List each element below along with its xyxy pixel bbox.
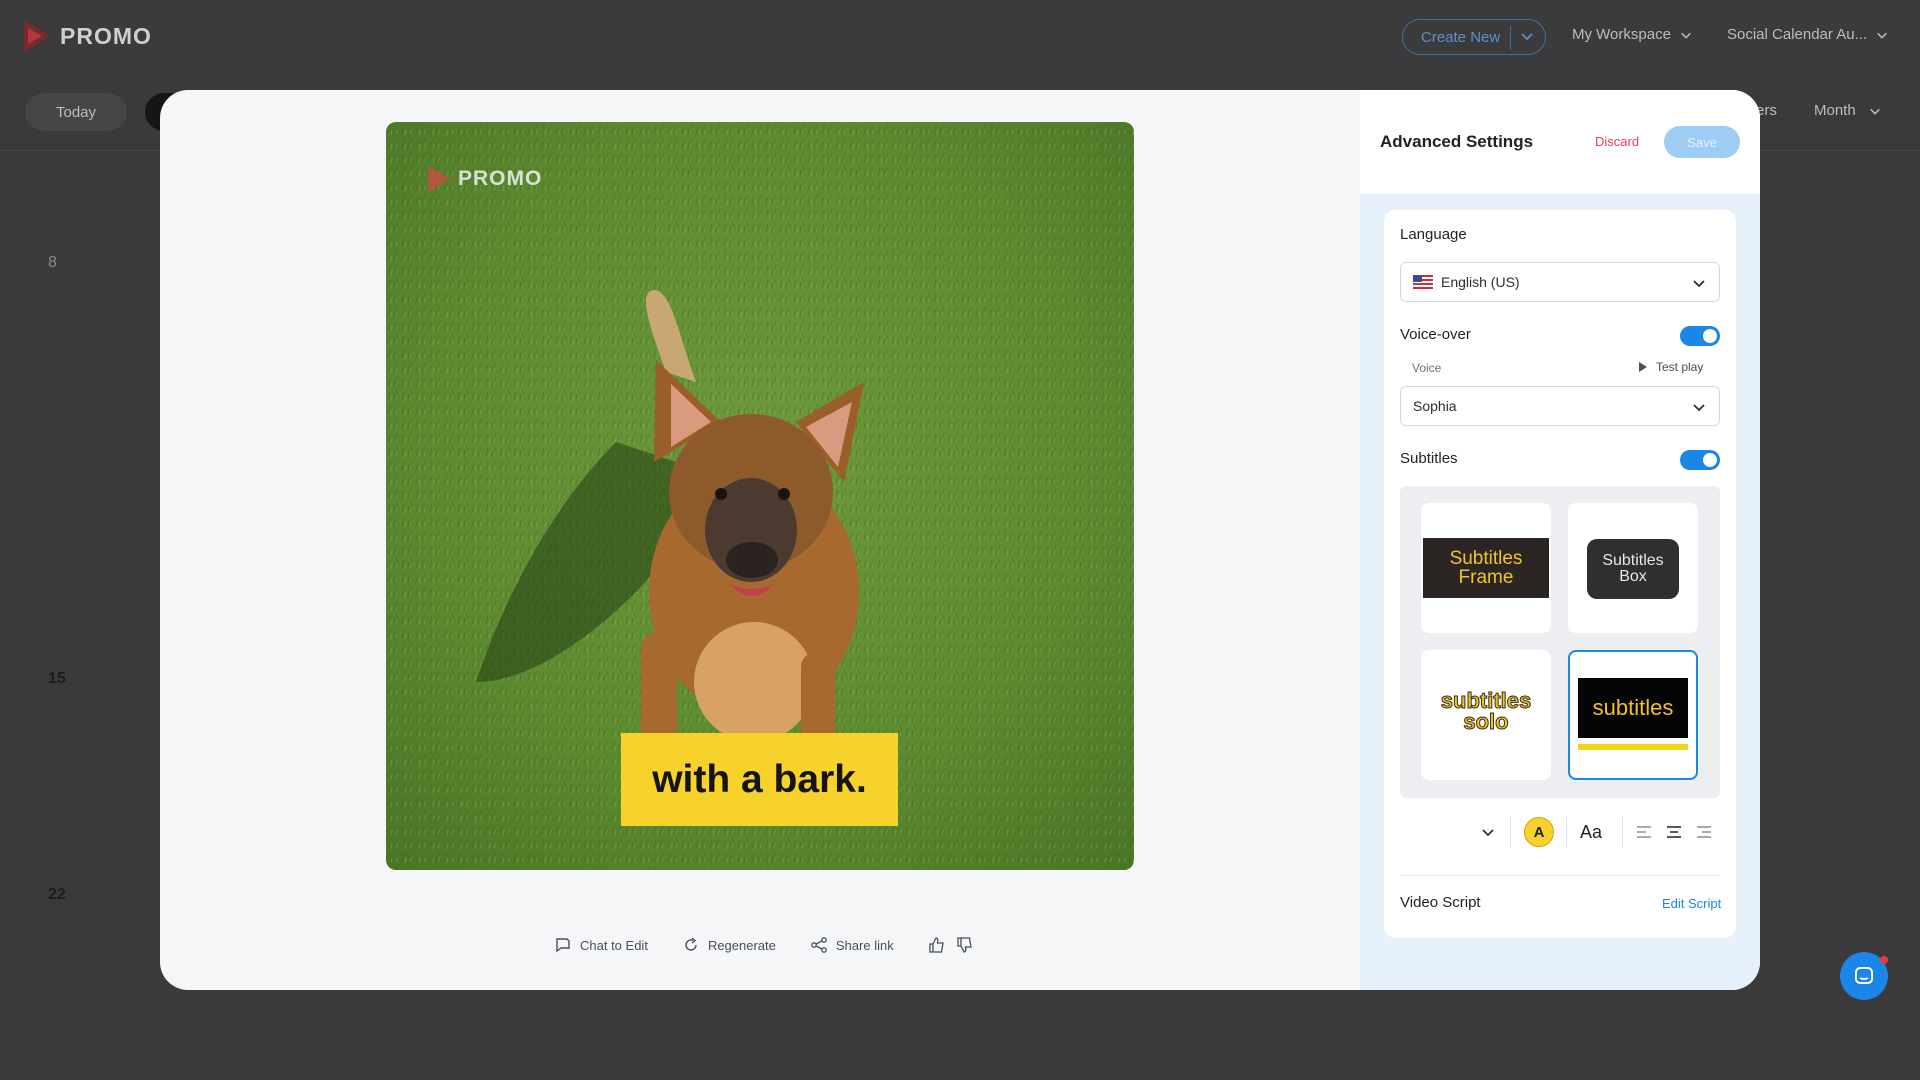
frame-line2: Frame bbox=[1458, 567, 1514, 588]
create-new-label: Create New bbox=[1421, 28, 1501, 46]
create-new-button[interactable]: Create New bbox=[1402, 19, 1546, 55]
promo-watermark: PROMO bbox=[426, 164, 542, 194]
divider bbox=[1510, 816, 1511, 848]
regenerate-label: Regenerate bbox=[707, 937, 776, 953]
workspace-selector[interactable]: My Workspace bbox=[1572, 26, 1693, 43]
divider bbox=[1510, 26, 1511, 50]
regenerate-button[interactable]: Regenerate bbox=[682, 936, 776, 954]
save-button[interactable]: Save bbox=[1664, 126, 1740, 158]
share-link-button[interactable]: Share link bbox=[810, 936, 894, 954]
edit-script-link[interactable]: Edit Script bbox=[1662, 896, 1721, 911]
panel-title: Advanced Settings bbox=[1380, 132, 1534, 151]
solo-line2: solo bbox=[1463, 709, 1509, 734]
subtitle-style-grid: Subtitles Frame Subtitles Box subtitles … bbox=[1400, 486, 1720, 798]
brand-name: PROMO bbox=[60, 22, 152, 49]
language-label: Language bbox=[1400, 226, 1467, 243]
subtitles-label: Subtitles bbox=[1400, 450, 1458, 467]
panel-header: Advanced Settings Discard Save bbox=[1360, 90, 1760, 194]
discard-button[interactable]: Discard bbox=[1595, 134, 1639, 149]
regenerate-icon bbox=[685, 937, 697, 951]
chevron-down-icon bbox=[1693, 404, 1705, 412]
frame-preview: Subtitles Frame bbox=[1423, 538, 1549, 598]
video-actions: Chat to Edit Regenerate Share link bbox=[554, 936, 974, 954]
month-selector[interactable]: Month bbox=[1814, 102, 1882, 119]
play-icon bbox=[1639, 362, 1647, 372]
section-divider bbox=[1400, 875, 1720, 876]
video-editor-modal: PROMO with a bark. Chat to Edit Regenera… bbox=[160, 90, 1760, 990]
voiceover-label: Voice-over bbox=[1400, 326, 1471, 343]
promo-logo-icon bbox=[428, 165, 450, 193]
promo-logo-icon bbox=[24, 20, 50, 52]
align-left-icon[interactable] bbox=[1636, 824, 1652, 840]
voice-value: Sophia bbox=[1413, 398, 1457, 414]
font-color-letter: A bbox=[1533, 823, 1545, 841]
share-link-label: Share link bbox=[835, 937, 894, 953]
chat-edit-icon bbox=[556, 938, 570, 953]
divider bbox=[1622, 816, 1623, 848]
align-right-icon[interactable] bbox=[1696, 824, 1712, 840]
chevron-down-icon[interactable] bbox=[1480, 824, 1496, 840]
calendar-day: 15 bbox=[48, 670, 66, 687]
frame-line1: Subtitles bbox=[1449, 548, 1523, 569]
calendar-day: 22 bbox=[48, 886, 66, 903]
notification-dot bbox=[1880, 956, 1888, 964]
calendar-selector[interactable]: Social Calendar Au... bbox=[1727, 26, 1889, 43]
chevron-down-icon bbox=[1877, 32, 1888, 39]
subtitle-style-solo[interactable]: subtitles solo bbox=[1421, 650, 1551, 780]
voice-label: Voice bbox=[1412, 361, 1442, 375]
thumbs-down-icon[interactable] bbox=[956, 936, 974, 954]
chat-to-edit-label: Chat to Edit bbox=[580, 937, 648, 953]
language-select[interactable]: English (US) bbox=[1400, 262, 1720, 302]
selected-style-preview: subtitles bbox=[1578, 678, 1688, 738]
settings-card: Language English (US) Voice-over Voice T… bbox=[1384, 210, 1736, 938]
chevron-down-icon bbox=[1693, 280, 1705, 288]
subtitles-toggle[interactable] bbox=[1680, 450, 1720, 470]
box-line1: Subtitles bbox=[1602, 552, 1664, 569]
underline-bar bbox=[1578, 744, 1688, 750]
subtitle-style-frame[interactable]: Subtitles Frame bbox=[1421, 503, 1551, 633]
today-button[interactable]: Today bbox=[25, 93, 127, 131]
chevron-down-icon bbox=[1680, 32, 1691, 39]
chevron-down-icon[interactable] bbox=[1519, 28, 1535, 44]
video-preview[interactable]: PROMO with a bark. bbox=[386, 122, 1134, 870]
divider bbox=[1566, 816, 1567, 848]
month-label: Month bbox=[1814, 102, 1856, 119]
box-preview: Subtitles Box bbox=[1587, 539, 1679, 599]
voiceover-toggle[interactable] bbox=[1680, 326, 1720, 346]
subtitle-style-box[interactable]: Subtitles Box bbox=[1568, 503, 1698, 633]
box-line2: Box bbox=[1619, 568, 1647, 585]
chevron-down-icon bbox=[1869, 108, 1880, 115]
chat-to-edit-button[interactable]: Chat to Edit bbox=[554, 936, 648, 954]
subtitle-style-selected[interactable]: subtitles bbox=[1568, 650, 1698, 780]
font-style-button[interactable]: Aa bbox=[1580, 822, 1602, 843]
us-flag-icon bbox=[1413, 275, 1433, 289]
language-value: English (US) bbox=[1441, 274, 1520, 290]
watermark-text: PROMO bbox=[458, 167, 543, 190]
test-play-label: Test play bbox=[1656, 360, 1704, 374]
solo-preview: subtitles solo bbox=[1421, 688, 1551, 734]
voice-select[interactable]: Sophia bbox=[1400, 386, 1720, 426]
workspace-label: My Workspace bbox=[1572, 26, 1671, 43]
brand-logo[interactable]: PROMO bbox=[22, 18, 152, 54]
calendar-title: Social Calendar Au... bbox=[1727, 26, 1868, 43]
video-script-label: Video Script bbox=[1400, 894, 1481, 911]
test-play-button[interactable]: Test play bbox=[1638, 360, 1703, 374]
top-bar: PROMO Create New My Workspace Social Cal… bbox=[0, 0, 1920, 78]
chat-icon bbox=[1855, 967, 1873, 984]
share-icon bbox=[811, 937, 827, 953]
subtitle-caption: with a bark. bbox=[621, 733, 898, 826]
thumbs-up-icon[interactable] bbox=[928, 936, 946, 954]
font-color-button[interactable]: A bbox=[1524, 817, 1554, 847]
advanced-settings-panel: Advanced Settings Discard Save Language … bbox=[1360, 90, 1760, 990]
align-center-icon[interactable] bbox=[1666, 824, 1682, 840]
solo-line1: subtitles bbox=[1440, 688, 1532, 713]
subtitle-toolbar: A Aa bbox=[1400, 810, 1720, 854]
calendar-day: 8 bbox=[48, 254, 57, 271]
feedback-buttons bbox=[928, 936, 974, 954]
